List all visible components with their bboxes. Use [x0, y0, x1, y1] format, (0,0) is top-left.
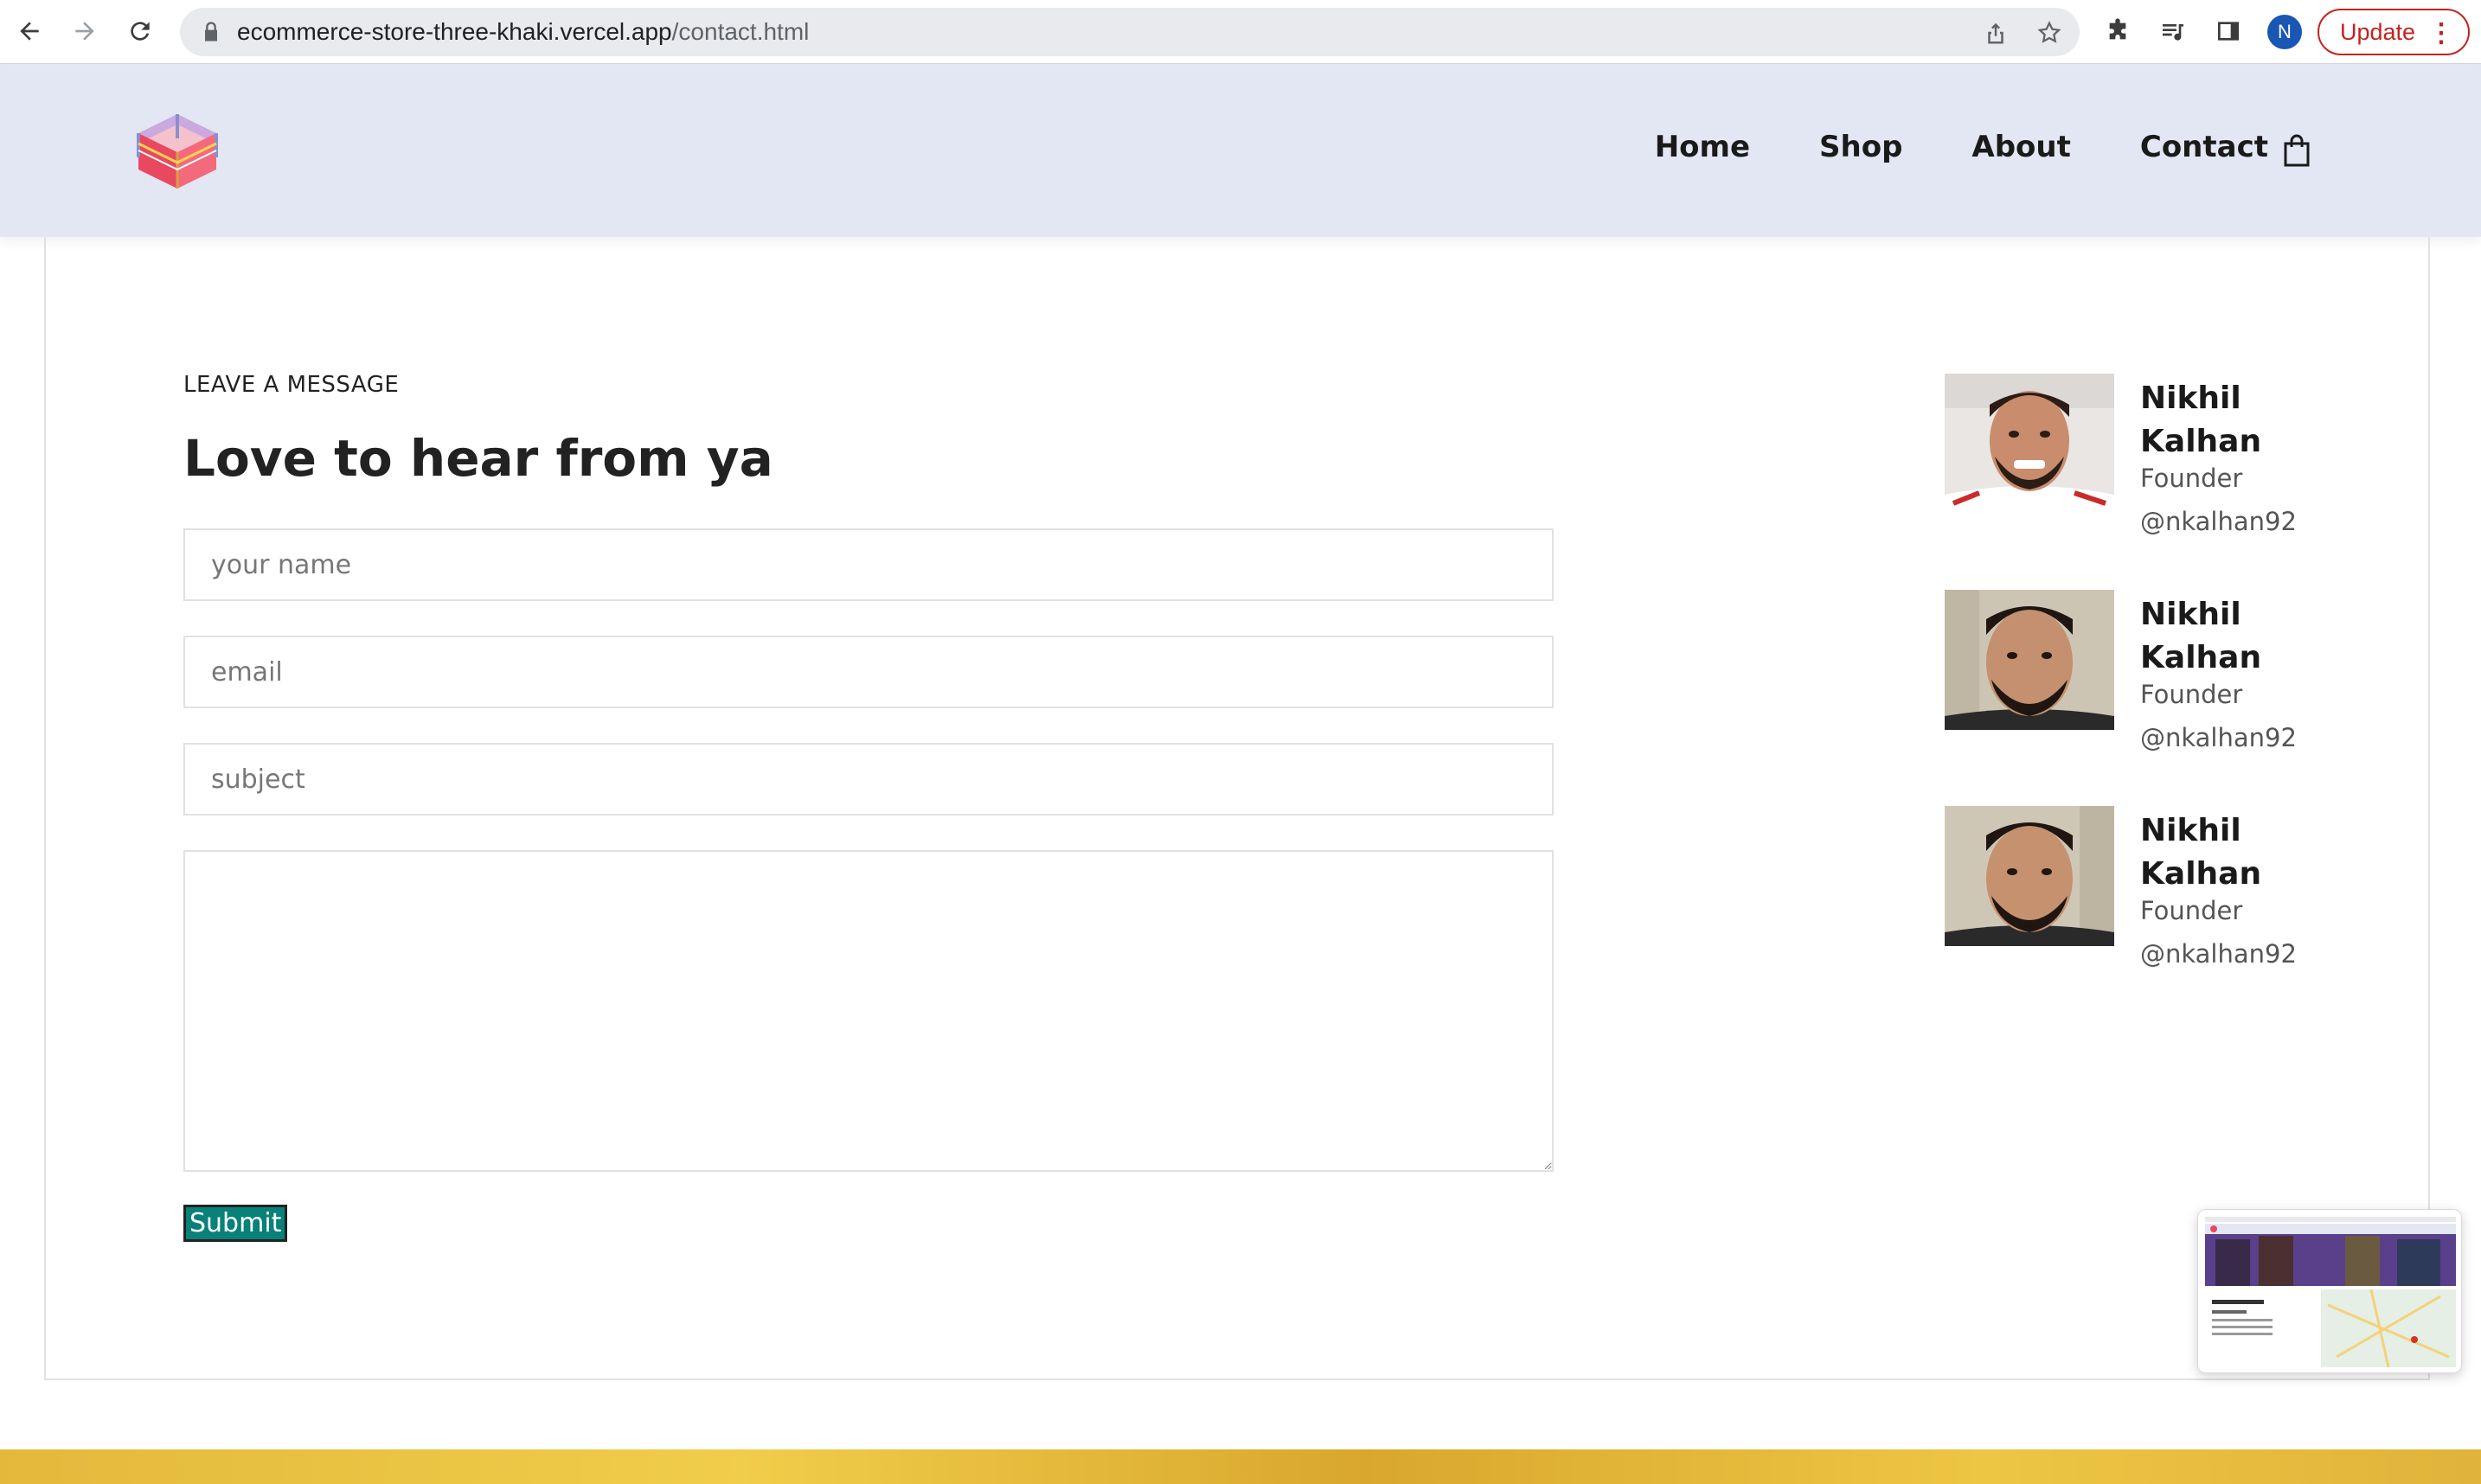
nav-about-link[interactable]: About [1971, 130, 2070, 164]
nav-shop-link[interactable]: Shop [1819, 130, 1902, 164]
shopping-bag-icon[interactable] [2282, 133, 2311, 168]
profile-avatar[interactable]: N [2267, 15, 2302, 49]
screenshot-preview-thumbnail[interactable] [2197, 1209, 2462, 1373]
team-member-handle: @nkalhan92 [2140, 723, 2297, 752]
team-member-photo [1945, 806, 2114, 946]
name-input[interactable] [183, 528, 1554, 601]
form-heading: Love to hear from ya [183, 429, 773, 488]
team-member-photo [1945, 374, 2114, 514]
team-member-name: Nikhil Kalhan [2140, 813, 2262, 892]
team-member-role: Founder [2140, 680, 2243, 709]
team-member-card: Nikhil Kalhan Founder @nkalhan92 [1945, 590, 2429, 797]
forward-arrow-icon[interactable] [67, 14, 102, 48]
lock-icon [205, 22, 217, 42]
main-nav: Home Shop About Contact [1655, 130, 2268, 164]
message-textarea[interactable] [183, 850, 1554, 1172]
team-member-handle: @nkalhan92 [2140, 939, 2297, 969]
wrestling-ring-logo[interactable] [130, 106, 225, 201]
team-member-card: Nikhil Kalhan Founder @nkalhan92 [1945, 806, 2429, 1014]
form-eyebrow: LEAVE A MESSAGE [183, 372, 400, 398]
back-arrow-icon[interactable] [12, 14, 47, 48]
share-icon[interactable] [1983, 20, 2009, 46]
url-text: ecommerce-store-three-khaki.vercel.app/c… [237, 18, 810, 45]
nav-home-link[interactable]: Home [1655, 130, 1750, 164]
more-vertical-icon: ⋮ [2428, 19, 2454, 48]
reload-icon[interactable] [123, 14, 157, 48]
team-member-name: Nikhil Kalhan [2140, 597, 2262, 675]
update-button[interactable]: Update ⋮ [2318, 9, 2470, 55]
email-input[interactable] [183, 636, 1554, 708]
team-member-role: Founder [2140, 464, 2243, 493]
nav-contact-link[interactable]: Contact [2140, 130, 2268, 164]
subject-input[interactable] [183, 743, 1554, 816]
team-member-handle: @nkalhan92 [2140, 507, 2297, 536]
address-bar[interactable]: ecommerce-store-three-khaki.vercel.app/c… [180, 8, 2080, 56]
team-member-card: Nikhil Kalhan Founder @nkalhan92 [1945, 374, 2429, 581]
team-member-photo [1945, 590, 2114, 730]
submit-button[interactable]: Submit [183, 1205, 288, 1242]
extensions-puzzle-icon[interactable] [2102, 16, 2133, 47]
side-panel-icon[interactable] [2213, 16, 2244, 47]
site-header: Home Shop About Contact [0, 64, 2481, 237]
team-member-name: Nikhil Kalhan [2140, 381, 2262, 459]
footer-banner-strip [0, 1449, 2481, 1484]
bookmark-star-icon[interactable] [2036, 20, 2062, 46]
browser-toolbar: ecommerce-store-three-khaki.vercel.app/c… [0, 0, 2481, 64]
team-member-role: Founder [2140, 896, 2243, 925]
media-queue-icon[interactable] [2157, 16, 2189, 47]
